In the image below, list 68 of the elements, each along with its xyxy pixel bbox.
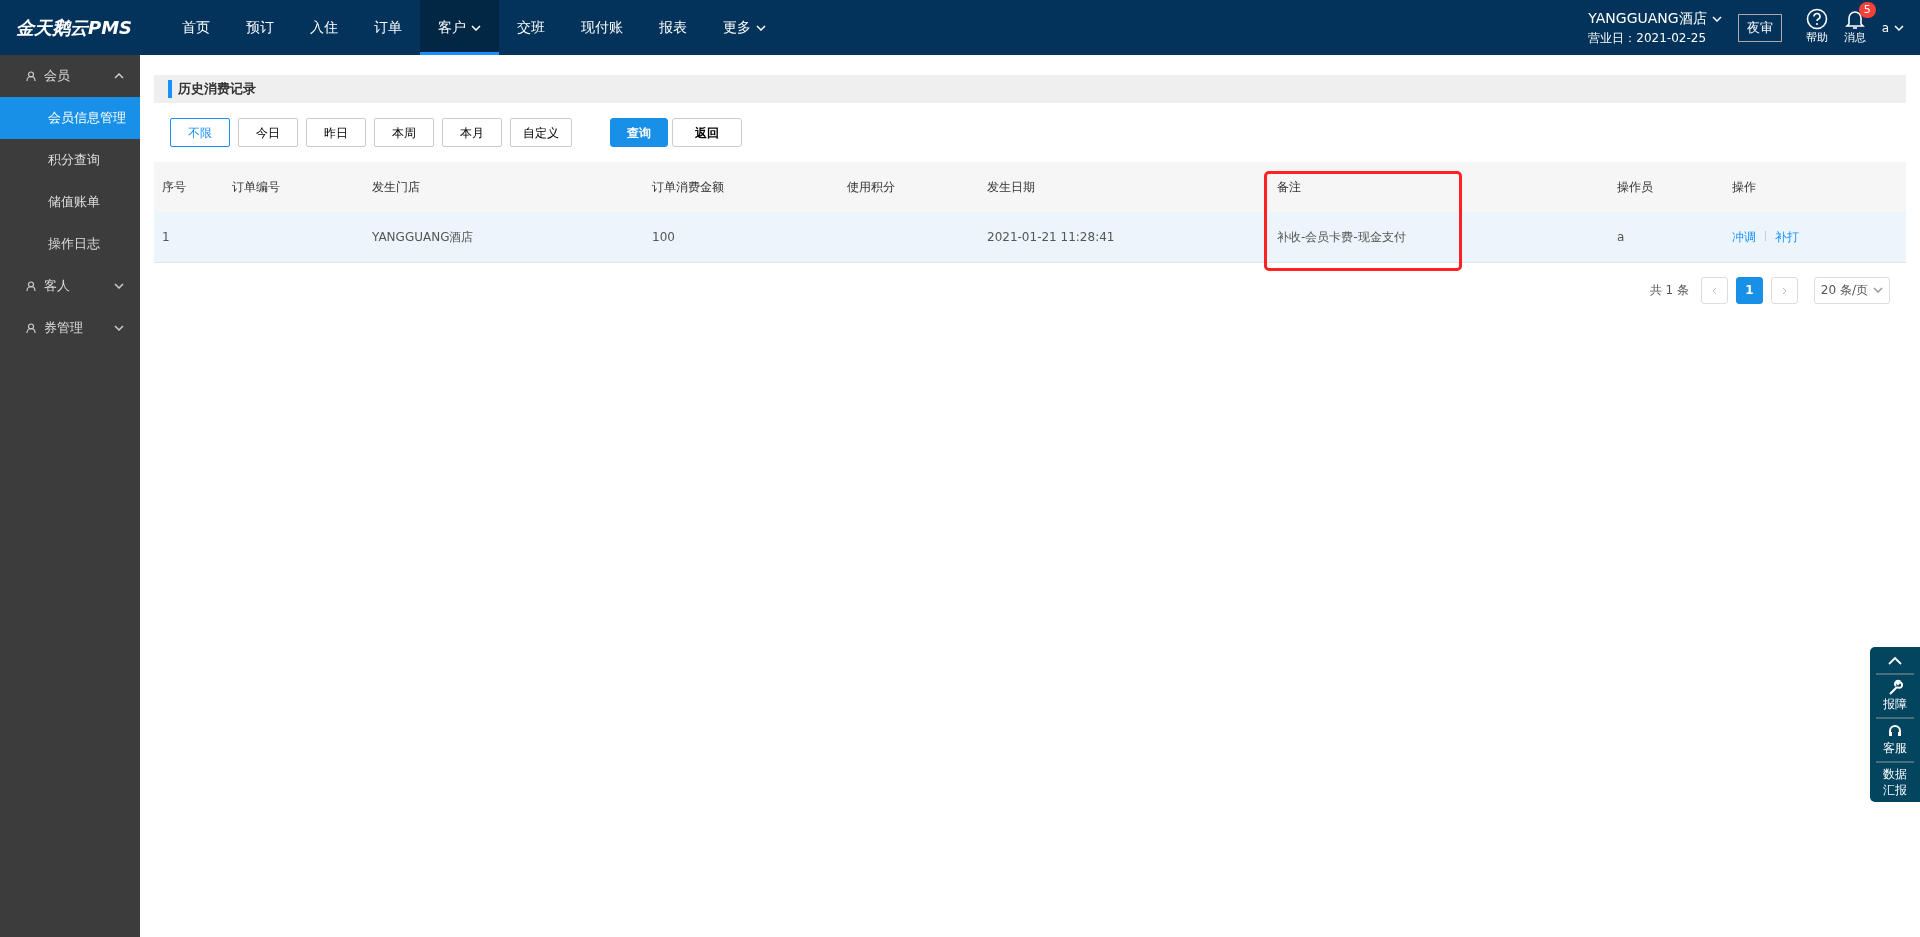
date-filter-button[interactable]: 自定义 xyxy=(510,118,572,147)
toolbar-button[interactable]: 客服 xyxy=(1876,723,1914,757)
nav-tab[interactable]: 首页 xyxy=(164,0,228,55)
chevron-up-icon xyxy=(114,73,124,79)
chevron-down-icon xyxy=(1873,287,1883,293)
chevron-down-icon xyxy=(1711,15,1722,22)
section-title: 历史消费记录 xyxy=(178,80,256,99)
sidebar-group[interactable]: 客人 xyxy=(0,265,140,307)
chevron-left-icon xyxy=(1711,286,1717,295)
chevron-down-icon xyxy=(114,325,124,331)
column-header: 操作员 xyxy=(1609,162,1724,212)
user-menu[interactable]: a xyxy=(1881,18,1904,37)
nav-tab[interactable]: 客户 xyxy=(420,0,499,55)
date-filter-button[interactable]: 本月 xyxy=(442,118,502,147)
page-size-select[interactable]: 20 条/页 xyxy=(1813,276,1890,304)
table-cell: a xyxy=(1617,229,1625,244)
date-filter-button[interactable]: 昨日 xyxy=(306,118,366,147)
nav-tab[interactable]: 订单 xyxy=(356,0,420,55)
column-header: 订单编号 xyxy=(224,162,364,212)
sidebar-group[interactable]: 会员 xyxy=(0,55,140,97)
chevron-down-icon xyxy=(114,283,124,289)
night-audit-button[interactable]: 夜审 xyxy=(1737,13,1782,42)
column-header: 订单消费金额 xyxy=(644,162,839,212)
table-cell: YANGGUANG酒店 xyxy=(372,229,474,244)
previous-page-button[interactable] xyxy=(1700,276,1728,304)
nav-tab[interactable]: 预订 xyxy=(228,0,292,55)
date-filter-button[interactable]: 本周 xyxy=(374,118,434,147)
column-header: 发生门店 xyxy=(364,162,644,212)
toolbar-button[interactable]: 报障 xyxy=(1876,679,1914,713)
sidebar-item[interactable]: 操作日志 xyxy=(0,223,140,265)
message-count-badge: 5 xyxy=(1858,2,1876,19)
app-logo: 金天鹅云PMS xyxy=(15,16,134,40)
help-icon xyxy=(1805,8,1828,31)
table-cell: 1 xyxy=(162,229,170,244)
chevron-down-icon xyxy=(1894,24,1904,31)
wrench-icon xyxy=(1887,679,1903,695)
nav-tab[interactable]: 更多 xyxy=(705,0,784,55)
chevron-up-icon xyxy=(1888,655,1902,666)
person-icon xyxy=(26,322,36,334)
sidebar-group[interactable]: 券管理 xyxy=(0,307,140,349)
table-cell: 补收-会员卡费-现金支付 xyxy=(1277,229,1406,244)
table-cell: 100 xyxy=(652,229,675,244)
total-count: 共 1 条 xyxy=(1649,282,1689,299)
person-icon xyxy=(26,280,36,292)
person-icon xyxy=(26,70,36,82)
next-page-button[interactable] xyxy=(1770,276,1798,304)
report-data-button[interactable]: 数据汇报 xyxy=(1876,767,1914,799)
column-header: 序号 xyxy=(154,162,224,212)
nav-tab[interactable]: 交班 xyxy=(499,0,563,55)
chevron-right-icon xyxy=(1781,286,1787,295)
hotel-selector[interactable]: YANGGUANG酒店 xyxy=(1588,8,1722,29)
date-filter-button[interactable]: 今日 xyxy=(238,118,298,147)
accent-bar-icon xyxy=(168,80,172,98)
table-cell: 2021-01-21 11:28:41 xyxy=(987,229,1115,244)
back-button[interactable]: 返回 xyxy=(672,118,742,147)
help-button[interactable]: 帮助 xyxy=(1805,8,1828,47)
business-date: 营业日：2021-02-25 xyxy=(1588,30,1708,47)
column-header: 使用积分 xyxy=(839,162,979,212)
column-header: 发生日期 xyxy=(979,162,1269,212)
nav-tab[interactable]: 入住 xyxy=(292,0,356,55)
sidebar-item[interactable]: 储值账单 xyxy=(0,181,140,223)
nav-tab[interactable]: 报表 xyxy=(641,0,705,55)
sidebar-item[interactable]: 积分查询 xyxy=(0,139,140,181)
headset-icon xyxy=(1887,723,1903,739)
nav-tab[interactable]: 现付账 xyxy=(563,0,641,55)
column-header: 备注 xyxy=(1269,162,1609,212)
bell-icon xyxy=(1843,8,1866,31)
column-header: 操作 xyxy=(1724,162,1906,212)
